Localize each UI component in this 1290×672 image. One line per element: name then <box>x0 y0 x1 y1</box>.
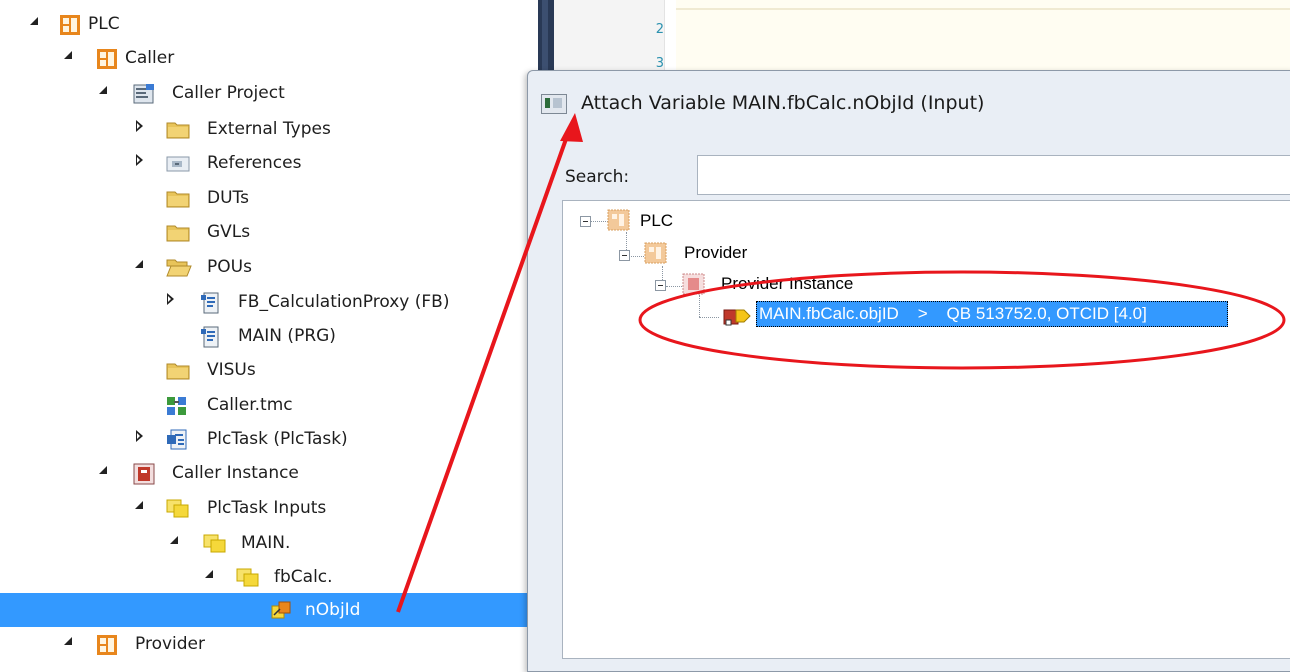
plc-project-icon <box>644 242 668 268</box>
code-area[interactable] <box>676 0 1290 70</box>
plc-project-icon <box>59 14 80 35</box>
open-folder-icon <box>166 257 192 277</box>
tree-item-label: External Types <box>207 119 331 139</box>
collapse-arrow-icon[interactable] <box>64 51 72 59</box>
references-icon <box>166 153 190 173</box>
expand-arrow-icon[interactable] <box>136 430 143 442</box>
tree-item-fbcalc[interactable]: fbCalc. <box>0 560 538 594</box>
project-icon <box>133 83 154 104</box>
tree-node-provider-instance[interactable]: Provider Instance <box>721 274 853 294</box>
tree-item-visus[interactable]: VISUs <box>0 353 538 387</box>
collapse-arrow-icon[interactable] <box>135 501 143 509</box>
pou-document-icon <box>200 292 220 314</box>
tree-item-duts[interactable]: DUTs <box>0 181 538 215</box>
plc-project-icon <box>607 209 631 235</box>
tree-item-main[interactable]: MAIN. <box>0 526 538 560</box>
tree-connector <box>666 286 682 287</box>
tree-item-label: VISUs <box>207 360 256 380</box>
dialog-app-icon <box>541 94 567 114</box>
tree-item-caller-tmc[interactable]: Caller.tmc <box>0 388 538 422</box>
current-line-highlight <box>676 8 1290 10</box>
folder-icon <box>166 188 190 208</box>
tree-item-label: Caller.tmc <box>207 395 293 415</box>
expand-arrow-icon[interactable] <box>167 293 174 305</box>
tree-item-plctask-inputs[interactable]: PlcTask Inputs <box>0 491 538 525</box>
tree-item-label: nObjId <box>305 600 361 620</box>
search-label: Search: <box>565 167 630 187</box>
plc-project-icon <box>96 634 117 655</box>
inputs-icon <box>236 567 259 587</box>
tree-item-references[interactable]: References <box>0 146 538 180</box>
tree-item-main-prg[interactable]: MAIN (PRG) <box>0 319 538 353</box>
tree-item-caller[interactable]: Caller <box>0 41 538 75</box>
tree-item-provider[interactable]: Provider <box>0 627 538 661</box>
instance-icon <box>133 463 155 485</box>
tree-item-label: Caller Instance <box>172 463 299 483</box>
line-number: 2 <box>655 22 664 37</box>
task-icon <box>166 429 187 450</box>
tree-item-fb-calculationproxy[interactable]: FB_CalculationProxy (FB) <box>0 285 538 319</box>
tree-connector <box>590 221 608 222</box>
tree-node-provider[interactable]: Provider <box>684 243 747 263</box>
tree-item-label: FB_CalculationProxy (FB) <box>238 292 450 312</box>
collapse-arrow-icon[interactable] <box>205 570 213 578</box>
tree-connector <box>699 317 719 318</box>
folder-icon <box>166 119 190 139</box>
output-variable-icon <box>722 304 752 332</box>
tree-node-plc[interactable]: PLC <box>640 211 673 231</box>
tree-item-plctask[interactable]: PlcTask (PlcTask) <box>0 422 538 456</box>
collapse-arrow-icon[interactable] <box>30 17 38 25</box>
instance-icon <box>682 273 706 299</box>
tree-item-label: DUTs <box>207 188 249 208</box>
plc-project-icon <box>96 48 117 69</box>
selected-variable-label: MAIN.fbCalc.objID > QB 513752.0, OTCID [… <box>759 304 1147 323</box>
tree-item-caller-project[interactable]: Caller Project <box>0 76 538 110</box>
tree-item-label: PLC <box>88 14 120 34</box>
search-input[interactable] <box>697 155 1290 195</box>
folder-icon <box>166 222 190 242</box>
inputs-icon <box>166 498 189 518</box>
collapse-arrow-icon[interactable] <box>135 260 143 268</box>
folder-icon <box>166 360 190 380</box>
tree-item-nobjid[interactable]: nObjId <box>0 593 538 627</box>
collapse-arrow-icon[interactable] <box>99 466 107 474</box>
tree-item-label: MAIN. <box>241 533 291 553</box>
tmc-file-icon <box>166 395 186 415</box>
collapse-arrow-icon[interactable] <box>99 86 107 94</box>
collapse-box-icon[interactable] <box>580 216 591 227</box>
tree-item-plc[interactable]: PLC <box>0 7 538 41</box>
tree-item-pous[interactable]: POUs <box>0 250 538 284</box>
tree-item-caller-instance[interactable]: Caller Instance <box>0 456 538 490</box>
solution-explorer-tree: PLC Caller Caller Project External Types… <box>0 0 538 659</box>
variable-tree <box>562 200 1290 659</box>
tree-item-label: GVLs <box>207 222 251 242</box>
collapse-arrow-icon[interactable] <box>64 637 72 645</box>
tree-item-label: PlcTask Inputs <box>207 498 327 518</box>
tree-item-external-types[interactable]: External Types <box>0 112 538 146</box>
tree-item-label: Caller Project <box>172 83 285 103</box>
tree-connector <box>628 256 644 257</box>
tree-item-label: POUs <box>207 257 252 277</box>
line-number: 3 <box>655 56 664 71</box>
collapse-box-icon[interactable] <box>655 280 666 291</box>
tree-item-label: PlcTask (PlcTask) <box>207 429 348 449</box>
linked-variable-icon <box>270 600 291 620</box>
expand-arrow-icon[interactable] <box>136 154 143 166</box>
tree-item-gvls[interactable]: GVLs <box>0 215 538 249</box>
tree-item-label: Caller <box>125 48 175 68</box>
collapse-box-icon[interactable] <box>619 250 630 261</box>
tree-item-label: References <box>207 153 302 173</box>
tree-item-label: MAIN (PRG) <box>238 326 336 346</box>
pou-document-icon <box>200 326 220 348</box>
collapse-arrow-icon[interactable] <box>170 536 178 544</box>
selected-variable-item[interactable]: MAIN.fbCalc.objID > QB 513752.0, OTCID [… <box>756 301 1228 327</box>
dialog-title: Attach Variable MAIN.fbCalc.nObjId (Inpu… <box>581 92 985 114</box>
inputs-icon <box>203 533 226 553</box>
expand-arrow-icon[interactable] <box>136 120 143 132</box>
tree-item-label: Provider <box>135 634 205 654</box>
tree-item-label: fbCalc. <box>274 567 333 587</box>
